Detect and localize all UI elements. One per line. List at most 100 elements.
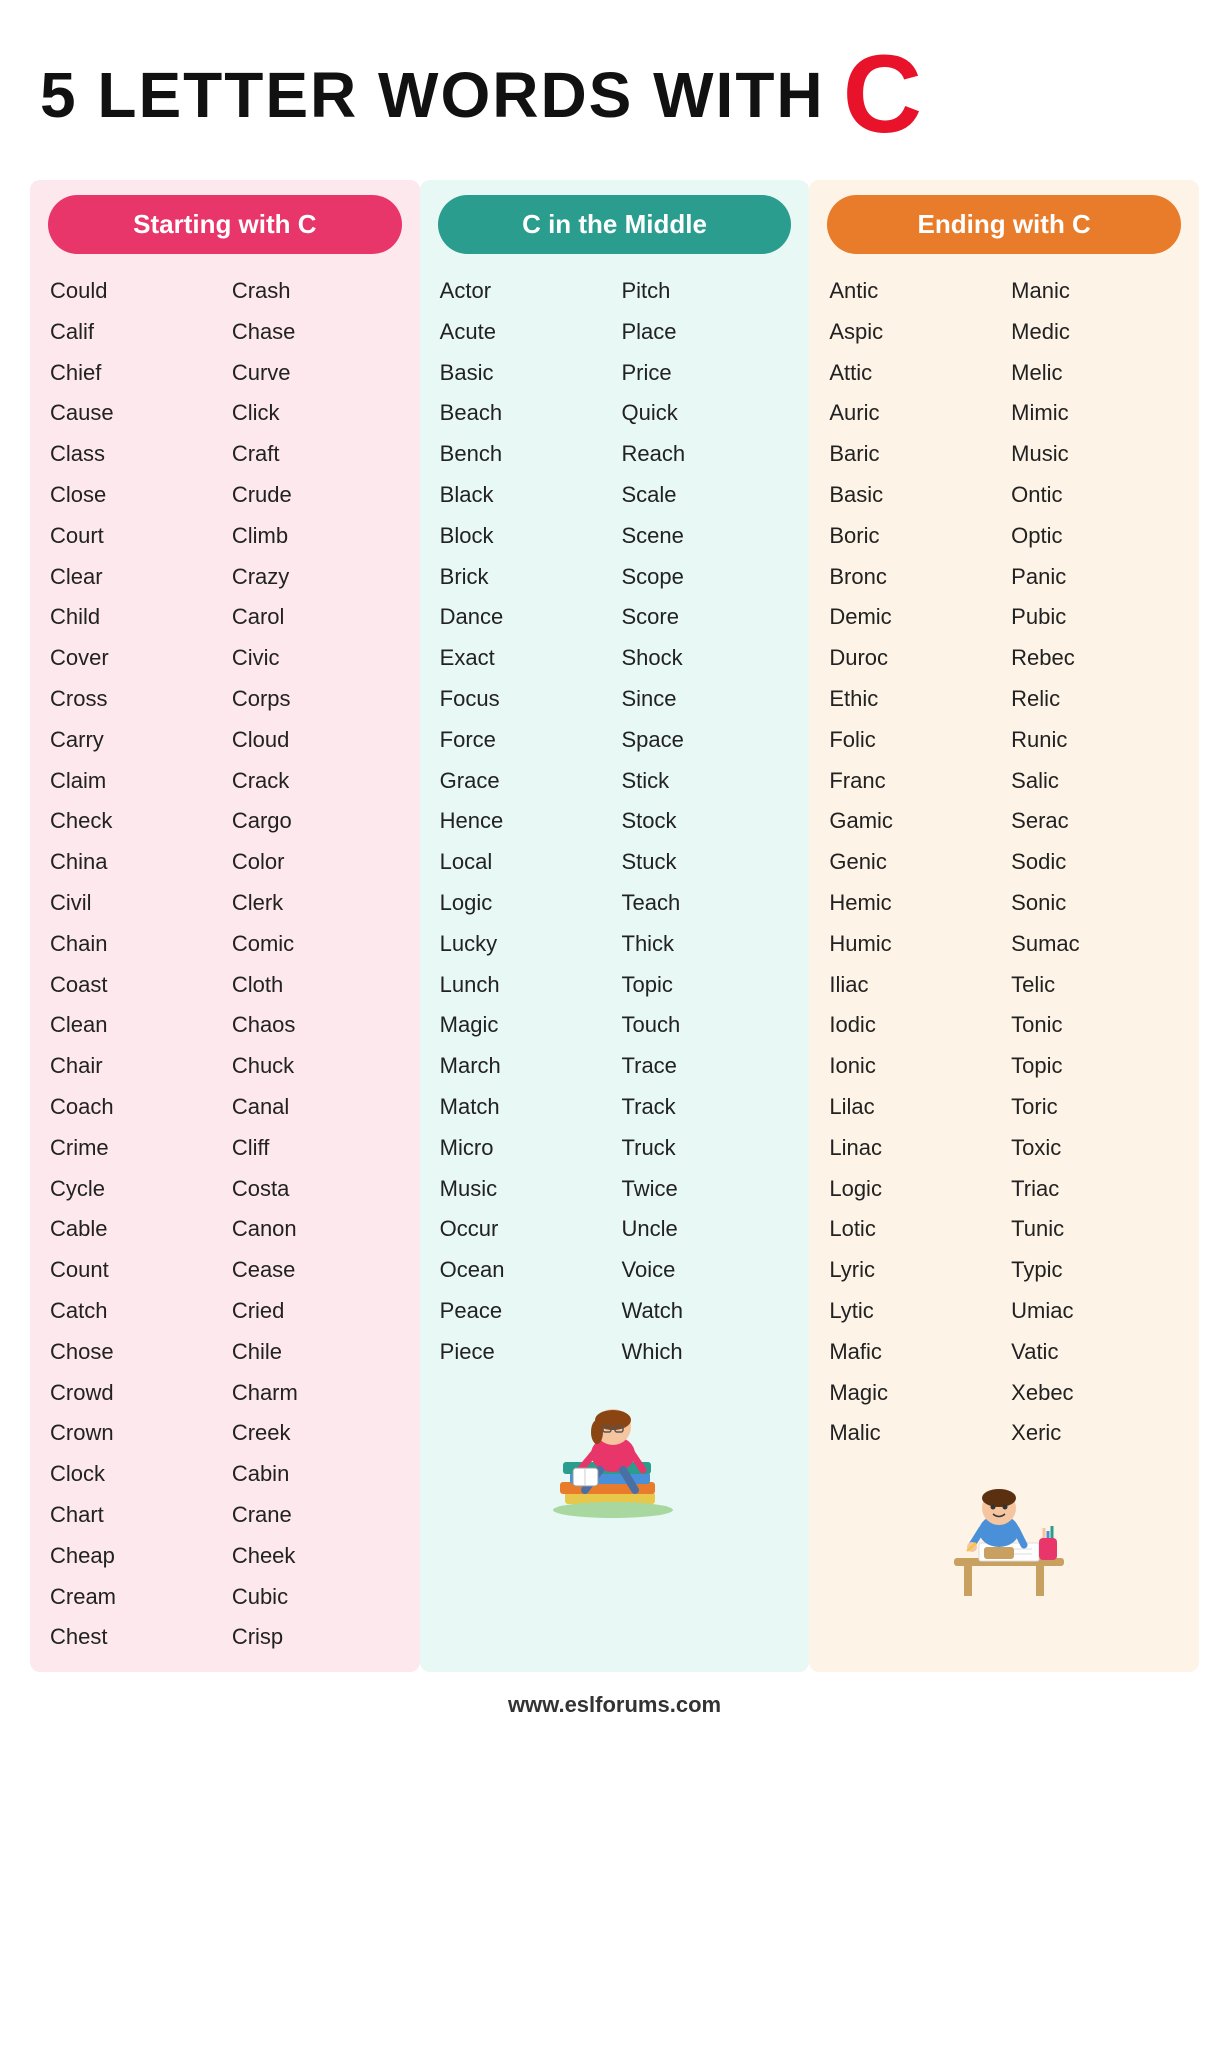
list-item: Attic xyxy=(827,354,999,393)
list-item: Crack xyxy=(230,762,402,801)
list-item: Mafic xyxy=(827,1333,999,1372)
list-item: Comic xyxy=(230,925,402,964)
list-item: Occur xyxy=(438,1210,610,1249)
list-item: Voice xyxy=(620,1251,792,1290)
list-item: Basic xyxy=(438,354,610,393)
list-item: Creek xyxy=(230,1414,402,1453)
list-item: Truck xyxy=(620,1129,792,1168)
list-item: Canon xyxy=(230,1210,402,1249)
list-item: Topic xyxy=(620,966,792,1005)
list-item: Thick xyxy=(620,925,792,964)
list-item: Cheek xyxy=(230,1537,402,1576)
list-item: Topic xyxy=(1009,1047,1181,1086)
list-item: Music xyxy=(1009,435,1181,474)
list-item: Chief xyxy=(48,354,220,393)
header-title: 5 LETTER WORDS WITH xyxy=(40,58,825,132)
list-item: Folic xyxy=(827,721,999,760)
list-item: Bronc xyxy=(827,558,999,597)
list-item: Climb xyxy=(230,517,402,556)
list-item: Calif xyxy=(48,313,220,352)
col-start-header: Starting with C xyxy=(48,195,402,254)
list-item: Cried xyxy=(230,1292,402,1331)
list-item: Serac xyxy=(1009,802,1181,841)
list-item: Clerk xyxy=(230,884,402,923)
list-item: Umiac xyxy=(1009,1292,1181,1331)
list-item: Ocean xyxy=(438,1251,610,1290)
list-item: Cable xyxy=(48,1210,220,1249)
list-item: Focus xyxy=(438,680,610,719)
list-item: Cloth xyxy=(230,966,402,1005)
list-item: Black xyxy=(438,476,610,515)
list-item: Vatic xyxy=(1009,1333,1181,1372)
list-item: Catch xyxy=(48,1292,220,1331)
list-item: Crime xyxy=(48,1129,220,1168)
list-item: Place xyxy=(620,313,792,352)
column-start: Starting with C CouldCrashCalifChaseChie… xyxy=(30,180,420,1672)
list-item: Xebec xyxy=(1009,1374,1181,1413)
columns-wrapper: Starting with C CouldCrashCalifChaseChie… xyxy=(30,180,1199,1672)
list-item: Cycle xyxy=(48,1170,220,1209)
list-item: Chile xyxy=(230,1333,402,1372)
list-item: Xeric xyxy=(1009,1414,1181,1453)
list-item: Iodic xyxy=(827,1006,999,1045)
list-item: March xyxy=(438,1047,610,1086)
list-item: Peace xyxy=(438,1292,610,1331)
list-item: Craft xyxy=(230,435,402,474)
list-item: Check xyxy=(48,802,220,841)
list-item: Block xyxy=(438,517,610,556)
list-item: Runic xyxy=(1009,721,1181,760)
list-item: Telic xyxy=(1009,966,1181,1005)
list-item: Toxic xyxy=(1009,1129,1181,1168)
list-item: Actor xyxy=(438,272,610,311)
list-item: Beach xyxy=(438,394,610,433)
list-item: Lucky xyxy=(438,925,610,964)
list-item: Court xyxy=(48,517,220,556)
list-item: Chuck xyxy=(230,1047,402,1086)
list-item: Cloud xyxy=(230,721,402,760)
list-item: Micro xyxy=(438,1129,610,1168)
list-item: Lyric xyxy=(827,1251,999,1290)
list-item: Quick xyxy=(620,394,792,433)
list-item: Close xyxy=(48,476,220,515)
list-item: Pitch xyxy=(620,272,792,311)
list-item: Bench xyxy=(438,435,610,474)
list-item: Brick xyxy=(438,558,610,597)
list-item: Lotic xyxy=(827,1210,999,1249)
list-item: Rebec xyxy=(1009,639,1181,678)
list-item: Acute xyxy=(438,313,610,352)
list-item: Ethic xyxy=(827,680,999,719)
list-item: Match xyxy=(438,1088,610,1127)
list-item: Carol xyxy=(230,598,402,637)
list-item: Chest xyxy=(48,1618,220,1657)
list-item: Watch xyxy=(620,1292,792,1331)
list-item: Scale xyxy=(620,476,792,515)
middle-illustration xyxy=(438,1382,792,1532)
list-item: Lunch xyxy=(438,966,610,1005)
list-item: Cheap xyxy=(48,1537,220,1576)
list-item: Medic xyxy=(1009,313,1181,352)
list-item: Color xyxy=(230,843,402,882)
list-item: Count xyxy=(48,1251,220,1290)
list-item: Chair xyxy=(48,1047,220,1086)
list-item: Since xyxy=(620,680,792,719)
list-item: Force xyxy=(438,721,610,760)
list-item: Track xyxy=(620,1088,792,1127)
list-item: Lilac xyxy=(827,1088,999,1127)
header-letter: C xyxy=(843,40,922,150)
list-item: Sumac xyxy=(1009,925,1181,964)
list-item: Canal xyxy=(230,1088,402,1127)
list-item: Trace xyxy=(620,1047,792,1086)
list-item: Clear xyxy=(48,558,220,597)
list-item: Twice xyxy=(620,1170,792,1209)
col-end-header: Ending with C xyxy=(827,195,1181,254)
list-item: Boric xyxy=(827,517,999,556)
list-item: Cover xyxy=(48,639,220,678)
list-item: Score xyxy=(620,598,792,637)
list-item: Clean xyxy=(48,1006,220,1045)
page-header: 5 LETTER WORDS WITH C xyxy=(30,40,1199,150)
list-item: Space xyxy=(620,721,792,760)
list-item: Carry xyxy=(48,721,220,760)
list-item: Could xyxy=(48,272,220,311)
list-item: Coach xyxy=(48,1088,220,1127)
list-item: Crane xyxy=(230,1496,402,1535)
